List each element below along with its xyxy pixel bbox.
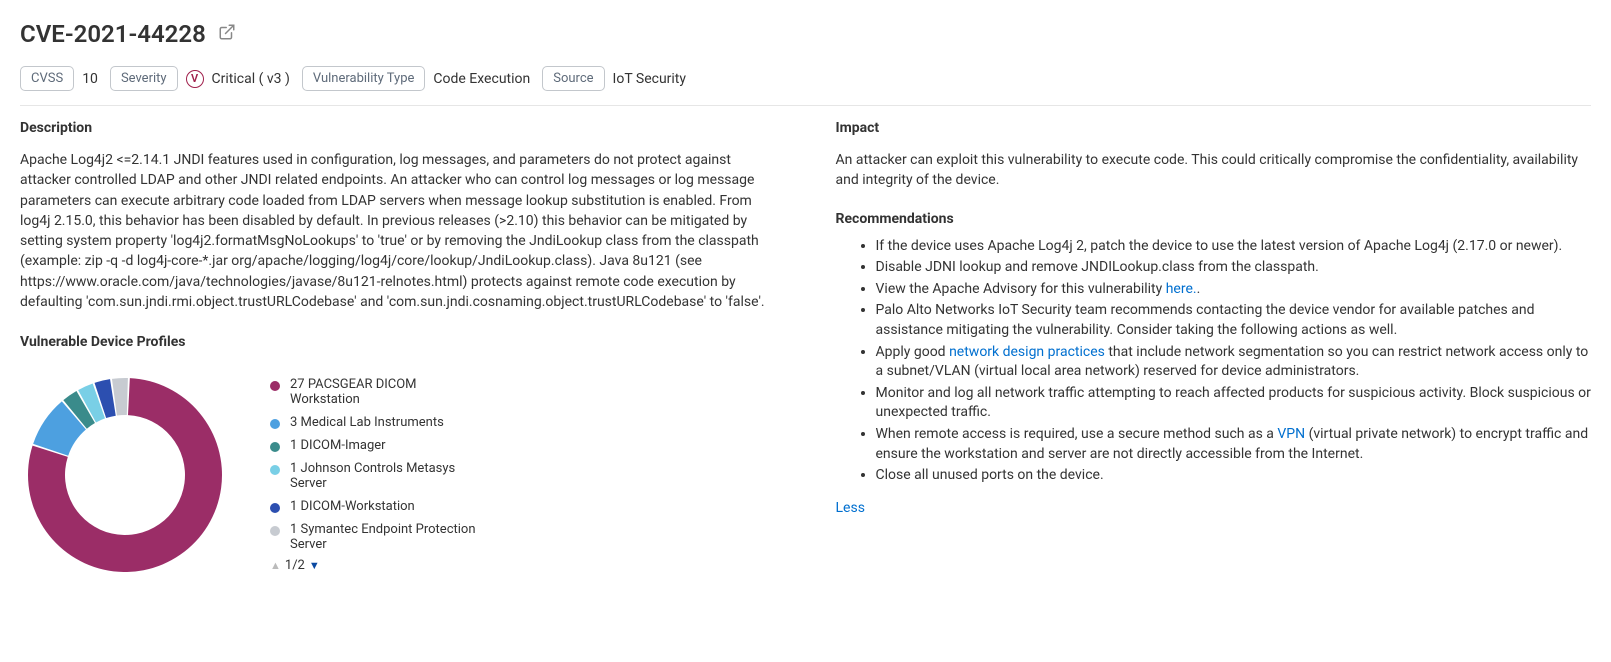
legend-item[interactable]: 1 DICOM-Workstation — [270, 499, 480, 514]
profiles-heading: Vulnerable Device Profiles — [20, 334, 776, 350]
vuln-type-badge[interactable]: Vulnerability Type — [302, 66, 426, 91]
rec-item: Monitor and log all network traffic atte… — [876, 384, 1592, 423]
rec-item: When remote access is required, use a se… — [876, 425, 1592, 464]
donut-chart — [20, 370, 230, 580]
right-column: Impact An attacker can exploit this vuln… — [836, 120, 1592, 580]
legend-dot-icon — [270, 381, 280, 391]
legend-label: 1 Johnson Controls Metasys Server — [290, 461, 480, 491]
legend-container: 27 PACSGEAR DICOM Workstation 3 Medical L… — [270, 377, 480, 573]
cvss-value: 10 — [82, 71, 98, 87]
severity-value: Critical ( v3 ) — [212, 71, 290, 87]
impact-text: An attacker can exploit this vulnerabili… — [836, 150, 1592, 191]
legend-label: 27 PACSGEAR DICOM Workstation — [290, 377, 480, 407]
vuln-type-badge-group: Vulnerability Type Code Execution — [302, 66, 530, 91]
source-value: IoT Security — [613, 71, 686, 87]
header: CVE-2021-44228 — [20, 20, 1591, 48]
legend-label: 1 DICOM-Imager — [290, 438, 386, 453]
recommendations-heading: Recommendations — [836, 211, 1592, 227]
legend: 27 PACSGEAR DICOM Workstation 3 Medical L… — [270, 377, 480, 552]
pager-next-icon[interactable]: ▼ — [309, 559, 320, 572]
source-badge[interactable]: Source — [542, 66, 604, 91]
network-design-link[interactable]: network design practices — [949, 344, 1105, 360]
advisory-link[interactable]: here. — [1166, 281, 1197, 297]
legend-dot-icon — [270, 526, 280, 536]
description-text: Apache Log4j2 <=2.14.1 JNDI features use… — [20, 150, 776, 312]
recommendations-list: If the device uses Apache Log4j 2, patch… — [836, 237, 1592, 486]
legend-item[interactable]: 1 DICOM-Imager — [270, 438, 480, 453]
less-toggle[interactable]: Less — [836, 500, 865, 516]
legend-item[interactable]: 3 Medical Lab Instruments — [270, 415, 480, 430]
description-heading: Description — [20, 120, 776, 136]
legend-label: 1 Symantec Endpoint Protection Server — [290, 522, 480, 552]
rec-item: Palo Alto Networks IoT Security team rec… — [876, 301, 1592, 340]
legend-pager: ▲ 1/2 ▼ — [270, 558, 480, 573]
legend-item[interactable]: 1 Johnson Controls Metasys Server — [270, 461, 480, 491]
legend-dot-icon — [270, 442, 280, 452]
legend-label: 3 Medical Lab Instruments — [290, 415, 444, 430]
rec-item: Disable JDNI lookup and remove JNDILooku… — [876, 258, 1592, 278]
content: Description Apache Log4j2 <=2.14.1 JNDI … — [20, 120, 1591, 580]
cvss-badge-group: CVSS 10 — [20, 66, 98, 91]
source-badge-group: Source IoT Security — [542, 66, 686, 91]
severity-badge-group: Severity V Critical ( v3 ) — [110, 66, 290, 91]
rec-item: View the Apache Advisory for this vulner… — [876, 280, 1592, 300]
severity-v-icon: V — [186, 70, 204, 88]
legend-item[interactable]: 27 PACSGEAR DICOM Workstation — [270, 377, 480, 407]
legend-dot-icon — [270, 503, 280, 513]
legend-dot-icon — [270, 465, 280, 475]
rec-item: Close all unused ports on the device. — [876, 466, 1592, 486]
pager-prev-icon: ▲ — [270, 559, 281, 572]
cvss-badge[interactable]: CVSS — [20, 66, 74, 91]
rec-item: If the device uses Apache Log4j 2, patch… — [876, 237, 1592, 257]
legend-label: 1 DICOM-Workstation — [290, 499, 415, 514]
rec-item: Apply good network design practices that… — [876, 343, 1592, 382]
left-column: Description Apache Log4j2 <=2.14.1 JNDI … — [20, 120, 776, 580]
legend-item[interactable]: 1 Symantec Endpoint Protection Server — [270, 522, 480, 552]
pager-text: 1/2 — [285, 558, 305, 573]
severity-badge[interactable]: Severity — [110, 66, 178, 91]
impact-heading: Impact — [836, 120, 1592, 136]
legend-dot-icon — [270, 419, 280, 429]
external-link-icon[interactable] — [218, 23, 236, 45]
page-title: CVE-2021-44228 — [20, 20, 206, 48]
vpn-link[interactable]: VPN — [1277, 426, 1305, 442]
badge-row: CVSS 10 Severity V Critical ( v3 ) Vulne… — [20, 66, 1591, 106]
profiles-area: 27 PACSGEAR DICOM Workstation 3 Medical L… — [20, 370, 776, 580]
vuln-type-value: Code Execution — [433, 71, 530, 87]
